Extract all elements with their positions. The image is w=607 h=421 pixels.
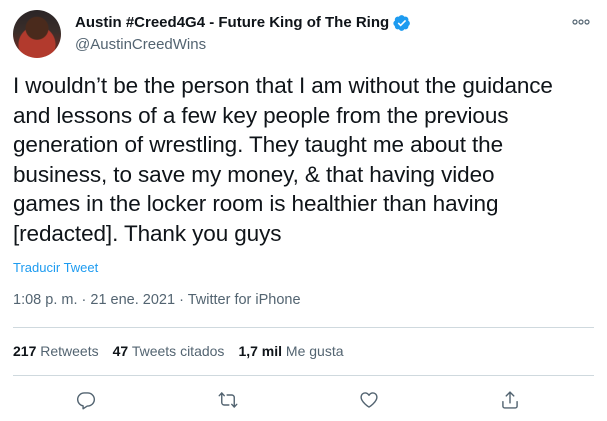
retweet-icon[interactable] (216, 388, 240, 412)
meta-separator: · (81, 292, 87, 308)
like-icon[interactable] (357, 388, 381, 412)
tweet-source[interactable]: Twitter for iPhone (188, 292, 301, 308)
verified-badge-icon (393, 15, 411, 31)
quotes-stat[interactable]: 47 Tweets citados (113, 343, 225, 359)
tweet-meta: 1:08 p. m. · 21 ene. 2021 · Twitter for … (13, 292, 301, 308)
author-display-name-text: Austin #Creed4G4 - Future King of The Ri… (75, 14, 390, 31)
author-display-name[interactable]: Austin #Creed4G4 - Future King of The Ri… (75, 13, 411, 33)
tweet-header: Austin #Creed4G4 - Future King of The Ri… (13, 10, 591, 58)
tweet-stats: 217 Retweets 47 Tweets citados 1,7 mil M… (13, 343, 344, 359)
tweet-text-line: I wouldn’t be the person that I am witho… (13, 73, 553, 98)
tweet-text-line: [redacted]. Thank you guys (13, 220, 282, 246)
retweets-label: Retweets (40, 343, 99, 359)
author-block[interactable]: Austin #Creed4G4 - Future King of The Ri… (75, 13, 411, 55)
like-icon-glyph (360, 392, 378, 408)
retweet-icon-glyph (218, 392, 238, 408)
likes-count: 1,7 mil (238, 343, 283, 359)
tweet-text-line: and lessons of a few key people from the… (13, 102, 509, 128)
tweet-card: Austin #Creed4G4 - Future King of The Ri… (0, 0, 607, 421)
tweet-text-line: games in the locker room is healthier th… (13, 191, 499, 216)
tweet-text-line: business, to save my money, & that havin… (13, 161, 495, 187)
tweet-date[interactable]: 21 ene. 2021 (90, 292, 175, 308)
reply-icon[interactable] (74, 388, 98, 412)
avatar[interactable] (13, 10, 61, 58)
more-icon[interactable] (571, 12, 591, 32)
meta-separator: · (179, 292, 184, 308)
retweets-count: 217 (13, 343, 37, 359)
divider (13, 375, 594, 376)
likes-label: Me gusta (285, 343, 344, 359)
tweet-text: I wouldn’t be the person that I am witho… (13, 71, 593, 248)
reply-icon-glyph (76, 392, 96, 410)
quotes-label: Tweets citados (131, 343, 225, 359)
action-bar (0, 388, 607, 412)
tweet-text-line: generation of wrestling. They taught me … (13, 132, 504, 157)
author-handle[interactable]: @AustinCreedWins (75, 35, 411, 55)
quotes-count: 47 (112, 343, 129, 359)
retweets-stat[interactable]: 217 Retweets (13, 343, 99, 359)
translate-tweet-link[interactable]: Traducir Tweet (13, 260, 98, 275)
share-icon-glyph (502, 391, 518, 409)
divider (13, 327, 594, 328)
share-icon[interactable] (498, 388, 522, 412)
more-icon-glyph (572, 19, 590, 25)
likes-stat[interactable]: 1,7 mil Me gusta (238, 343, 343, 359)
tweet-time[interactable]: 1:08 p. m. (13, 292, 77, 308)
